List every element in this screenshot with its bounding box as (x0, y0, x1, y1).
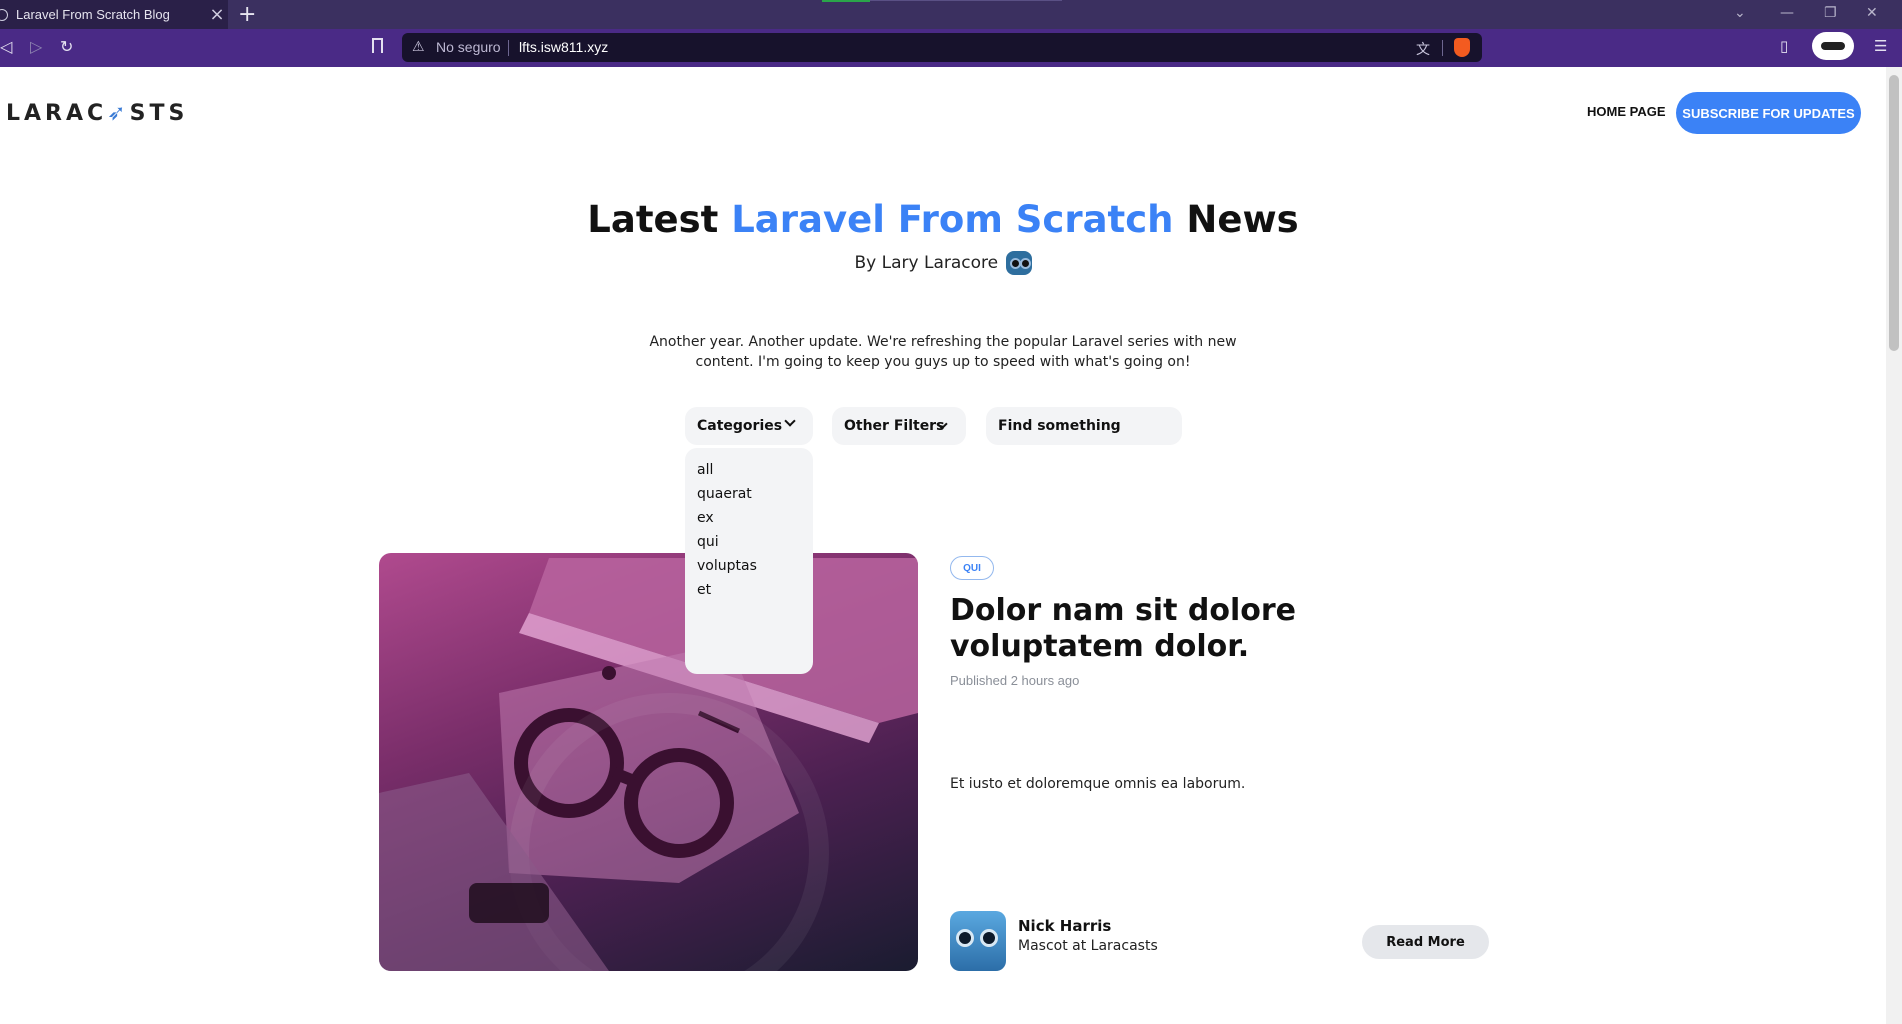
avatar-eye-left (956, 929, 974, 947)
chevron-down-icon (784, 415, 796, 427)
tab-strip-line (870, 0, 1062, 1)
page-content: LARAC➶STS HOME PAGE SUBSCRIBE FOR UPDATE… (0, 67, 1886, 1024)
scrollbar-thumb[interactable] (1889, 75, 1899, 351)
page-scrollbar[interactable] (1886, 67, 1902, 1024)
address-divider (508, 40, 509, 56)
post-excerpt: Et iusto et doloremque omnis ea laborum. (950, 776, 1246, 792)
sidebar-toggle-icon[interactable]: ▯ (1780, 37, 1788, 55)
category-option-voluptas[interactable]: voluptas (685, 554, 813, 578)
close-tab-icon[interactable]: × (206, 4, 228, 25)
logo-text-end: STS (129, 101, 189, 126)
tab-search-icon[interactable]: ⌄ (1734, 5, 1746, 21)
subscribe-button[interactable]: SUBSCRIBE FOR UPDATES (1676, 92, 1861, 134)
avatar-eye-right (980, 929, 998, 947)
author-avatar (950, 911, 1006, 971)
globe-icon (0, 8, 8, 21)
title-start: Latest (587, 198, 732, 241)
category-option-ex[interactable]: ex (685, 506, 813, 530)
address-bar[interactable]: ⚠ No seguro lfts.isw811.xyz 文 (402, 33, 1482, 62)
author-name[interactable]: Nick Harris (1018, 917, 1111, 935)
warning-icon: ⚠ (412, 39, 425, 55)
search-placeholder: Find something (998, 418, 1121, 434)
forward-icon[interactable]: ▷ (30, 37, 42, 56)
category-option-qui[interactable]: qui (685, 530, 813, 554)
other-filters-dropdown[interactable]: Other Filters (832, 407, 966, 445)
back-icon[interactable]: ◁ (0, 37, 12, 56)
other-filters-label: Other Filters (844, 418, 945, 434)
loading-indicator (822, 0, 870, 2)
author-role: Mascot at Laracasts (1018, 938, 1158, 954)
close-window-icon[interactable]: ✕ (1866, 5, 1878, 21)
category-option-quaerat[interactable]: quaerat (685, 482, 813, 506)
search-input[interactable]: Find something (986, 407, 1182, 445)
categories-label: Categories (697, 418, 783, 434)
title-end: News (1173, 198, 1299, 241)
logo-text-start: LARAC (6, 101, 108, 126)
brave-shields-icon[interactable] (1454, 38, 1470, 57)
browser-tab[interactable]: Laravel From Scratch Blog × (0, 0, 228, 29)
category-option-all[interactable]: all (685, 458, 813, 482)
byline-text: By Lary Laracore (854, 253, 999, 273)
title-accent: Laravel From Scratch (731, 198, 1174, 241)
category-option-et[interactable]: et (685, 578, 813, 602)
mascot-illustration (379, 558, 918, 971)
read-more-button[interactable]: Read More (1362, 925, 1489, 959)
restore-icon[interactable]: ❐ (1824, 5, 1837, 21)
url-text[interactable]: lfts.isw811.xyz (519, 39, 608, 55)
laracasts-logo[interactable]: LARAC➶STS (6, 101, 188, 126)
reload-icon[interactable]: ↻ (60, 37, 73, 56)
page-title: Latest Laravel From Scratch News (0, 198, 1886, 241)
wallet-extension-button[interactable] (1812, 32, 1854, 60)
address-divider-2 (1442, 40, 1443, 56)
security-label: No seguro (436, 39, 501, 55)
lary-avatar-icon (1005, 251, 1032, 275)
published-date: Published 2 hours ago (950, 673, 1080, 688)
categories-dropdown[interactable]: Categories (685, 407, 813, 445)
category-badge[interactable]: QUI (950, 556, 994, 580)
home-page-link[interactable]: HOME PAGE (1587, 104, 1666, 119)
tab-title: Laravel From Scratch Blog (16, 7, 170, 22)
logo-arrow-icon: ➶ (107, 101, 130, 126)
byline: By Lary Laracore (0, 251, 1886, 275)
new-tab-button[interactable]: + (238, 2, 256, 27)
menu-icon[interactable]: ☰ (1874, 37, 1887, 55)
browser-toolbar: ◁ ▷ ↻ ⚠ No seguro lfts.isw811.xyz 文 ▯ ☰ (0, 29, 1902, 67)
intro-text: Another year. Another update. We're refr… (649, 334, 1237, 370)
browser-tab-bar: Laravel From Scratch Blog × + ⌄ — ❐ ✕ (0, 0, 1902, 29)
translate-icon[interactable]: 文 (1416, 39, 1430, 59)
post-illustration[interactable] (379, 553, 918, 971)
categories-menu: all quaerat ex qui voluptas et (685, 448, 813, 674)
glasses-icon (1821, 42, 1845, 50)
post-title[interactable]: Dolor nam sit dolore voluptatem dolor. (950, 593, 1470, 665)
minimize-icon[interactable]: — (1780, 5, 1794, 21)
bookmark-icon[interactable] (372, 38, 383, 53)
